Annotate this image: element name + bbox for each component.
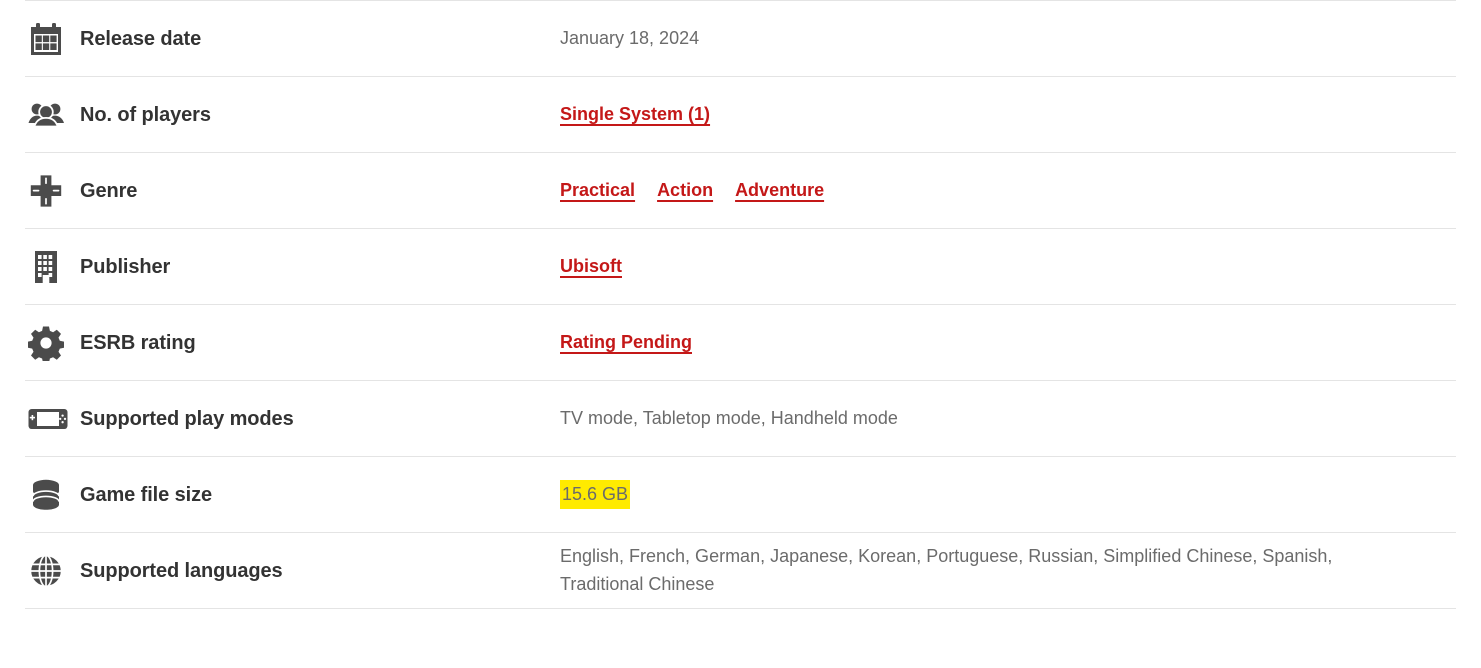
spec-row-publisher: Publisher Ubisoft <box>25 228 1456 304</box>
link-group: Rating Pending <box>560 329 692 357</box>
spec-label: Publisher <box>80 255 170 279</box>
game-file-size-value: 15.6 GB <box>560 480 630 510</box>
spec-value: Single System (1) <box>560 77 1456 152</box>
play-modes-value: TV mode, Tabletop mode, Handheld mode <box>560 405 898 433</box>
spec-value: January 18, 2024 <box>560 1 1456 76</box>
spec-row-game-file-size: Game file size 15.6 GB <box>25 456 1456 532</box>
spec-row-head: No. of players <box>25 77 560 152</box>
spec-row-head: ESRB rating <box>25 305 560 380</box>
publisher-link[interactable]: Ubisoft <box>560 253 622 281</box>
game-spec-table: Release date January 18, 2024 No. of pla… <box>0 0 1481 609</box>
spec-label: Release date <box>80 27 201 51</box>
link-group: Ubisoft <box>560 253 622 281</box>
calendar-icon <box>25 21 80 57</box>
spec-row-head: Publisher <box>25 229 560 304</box>
handheld-console-icon <box>25 405 80 433</box>
spec-row-no-of-players: No. of players Single System (1) <box>25 76 1456 152</box>
genre-link-3[interactable]: Adventure <box>735 177 824 205</box>
spec-row-head: Release date <box>25 1 560 76</box>
players-link[interactable]: Single System (1) <box>560 101 710 129</box>
players-icon <box>25 97 80 133</box>
esrb-rating-link[interactable]: Rating Pending <box>560 329 692 357</box>
spec-row-head: Game file size <box>25 457 560 532</box>
release-date-value: January 18, 2024 <box>560 25 699 53</box>
spec-row-esrb-rating: ESRB rating Rating Pending <box>25 304 1456 380</box>
database-icon <box>25 477 80 513</box>
spec-row-supported-languages: Supported languages English, French, Ger… <box>25 532 1456 609</box>
spec-value: Ubisoft <box>560 229 1456 304</box>
supported-languages-value: English, French, German, Japanese, Korea… <box>560 543 1420 599</box>
link-group: Single System (1) <box>560 101 710 129</box>
spec-value: TV mode, Tabletop mode, Handheld mode <box>560 381 1456 456</box>
spec-value: English, French, German, Japanese, Korea… <box>560 533 1456 608</box>
spec-value: 15.6 GB <box>560 457 1456 532</box>
spec-label: Supported play modes <box>80 407 294 431</box>
genre-link-2[interactable]: Action <box>657 177 713 205</box>
spec-label: Genre <box>80 179 137 203</box>
spec-label: No. of players <box>80 103 211 127</box>
gear-icon <box>25 325 80 361</box>
link-group: Practical Action Adventure <box>560 177 824 205</box>
spec-row-head: Genre <box>25 153 560 228</box>
dpad-icon <box>25 173 80 209</box>
spec-row-head: Supported languages <box>25 533 560 608</box>
spec-row-release-date: Release date January 18, 2024 <box>25 0 1456 76</box>
spec-label: Game file size <box>80 483 212 507</box>
spec-value: Rating Pending <box>560 305 1456 380</box>
spec-row-head: Supported play modes <box>25 381 560 456</box>
globe-icon <box>25 553 80 589</box>
spec-label: Supported languages <box>80 559 283 583</box>
spec-value: Practical Action Adventure <box>560 153 1456 228</box>
spec-row-supported-play-modes: Supported play modes TV mode, Tabletop m… <box>25 380 1456 456</box>
building-icon <box>25 249 80 285</box>
spec-row-genre: Genre Practical Action Adventure <box>25 152 1456 228</box>
spec-label: ESRB rating <box>80 331 196 355</box>
genre-link-1[interactable]: Practical <box>560 177 635 205</box>
